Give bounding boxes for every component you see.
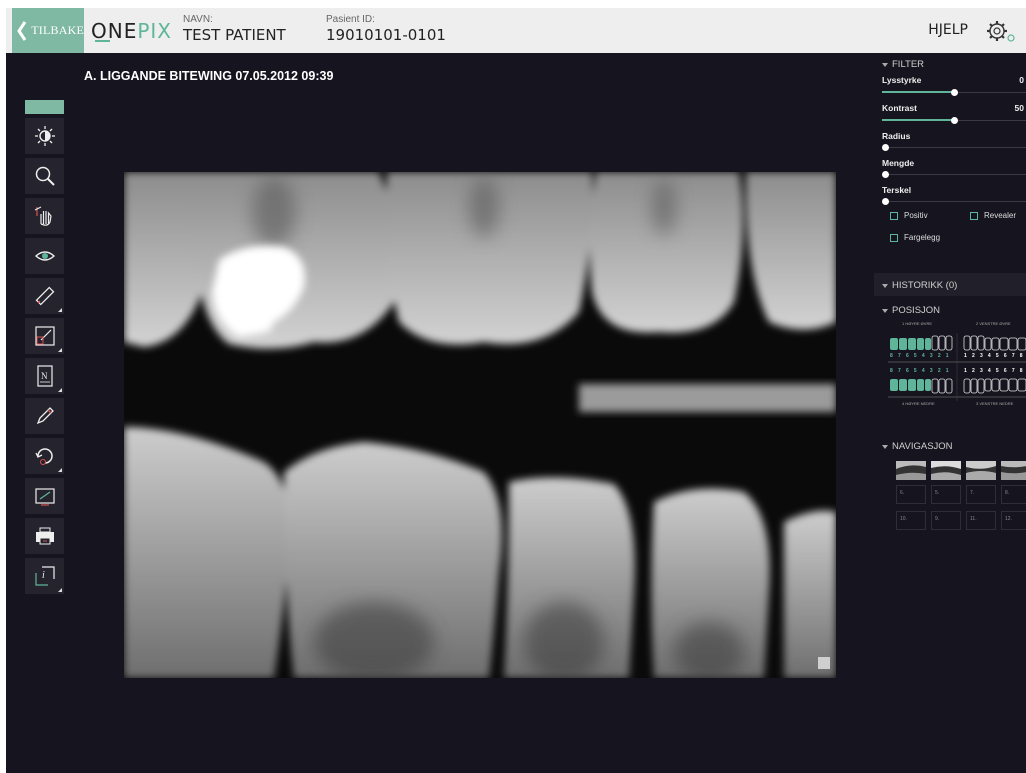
nav-slot[interactable]: 11. xyxy=(966,511,996,530)
annotation-icon: N xyxy=(36,365,53,387)
navigation-section-header[interactable]: NAVIGASJON xyxy=(882,441,953,452)
upper-right-tooth-numbers: 8 7 6 5 4 3 2 1 xyxy=(890,353,951,359)
patient-id-value: 19010101-0101 xyxy=(326,26,446,44)
upper-left-tooth-numbers: 1 2 3 4 5 6 7 8 xyxy=(964,353,1025,359)
lower-left-quadrant-label: 3 VENSTRE NEDRE xyxy=(976,401,1014,406)
patient-name-caption: NAVN: xyxy=(183,14,213,25)
tooth-position-chart[interactable]: 1 HØYRE ØVRE 2 VENSTRE ØVRE 8 7 6 5 4 3 … xyxy=(888,319,1026,411)
nav-thumbnail[interactable] xyxy=(1001,461,1026,480)
positive-checkbox[interactable]: Positiv xyxy=(890,211,928,220)
zoom-icon xyxy=(35,166,55,186)
filter-section-header[interactable]: FILTER xyxy=(882,59,924,70)
lower-right-tooth-numbers: 8 7 6 5 4 3 2 1 xyxy=(890,368,951,374)
nav-slot[interactable]: 10. xyxy=(896,511,926,530)
nav-slot[interactable]: 7. xyxy=(966,485,996,504)
nav-slot[interactable]: 5. xyxy=(931,485,961,504)
amount-slider[interactable] xyxy=(882,171,1026,179)
nav-thumbnail[interactable] xyxy=(896,461,926,480)
collapse-arrow-icon xyxy=(882,62,888,67)
zoom-tool-button[interactable] xyxy=(25,158,64,194)
contrast-label: Kontrast xyxy=(882,103,917,113)
lower-right-quadrant-label: 4 HØYRE NEDRE xyxy=(902,401,935,406)
info-icon: i xyxy=(34,566,55,586)
annotation-tool-button[interactable]: N xyxy=(25,358,64,394)
nav-slot[interactable]: 9. xyxy=(931,511,961,530)
print-icon xyxy=(35,527,54,545)
threshold-label: Terskel xyxy=(882,185,912,195)
collapse-arrow-icon xyxy=(882,444,888,449)
patient-name-value: TEST PATIENT xyxy=(183,26,286,44)
lower-left-tooth-numbers: 1 2 3 4 5 6 7 8 xyxy=(964,368,1025,374)
measure-tool-button[interactable] xyxy=(25,278,64,314)
back-button-label: TILBAKE xyxy=(31,23,84,37)
export-tool-button[interactable] xyxy=(25,478,64,514)
nav-slot[interactable]: 12. xyxy=(1001,511,1026,530)
visibility-tool-button[interactable] xyxy=(25,238,64,274)
collapse-arrow-icon xyxy=(882,283,888,288)
position-section-header[interactable]: POSISJON xyxy=(882,305,940,316)
chevron-left-icon xyxy=(12,8,31,53)
brightness-label: Lysstyrke xyxy=(882,75,922,85)
visibility-icon xyxy=(34,251,55,261)
history-section-header[interactable]: HISTORIKK (0) xyxy=(882,280,957,291)
collapse-arrow-icon xyxy=(882,308,888,313)
calibrate-icon xyxy=(34,326,55,346)
help-button[interactable]: HJELP xyxy=(928,22,968,38)
nav-thumbnail[interactable] xyxy=(931,461,961,480)
right-panel: FILTER Lysstyrke 0 Kontrast 50 Radius Me… xyxy=(874,53,1026,773)
rotate-tool-button[interactable] xyxy=(25,438,64,474)
nav-slot[interactable]: 8. xyxy=(1001,485,1026,504)
image-title: A. LIGGANDE BITEWING 07.05.2012 09:39 xyxy=(84,69,334,83)
brightness-icon xyxy=(34,126,55,146)
back-button[interactable]: TILBAKE xyxy=(12,8,84,53)
export-icon xyxy=(34,488,55,506)
pan-tool-button[interactable] xyxy=(25,198,64,234)
brightness-value: 0 xyxy=(1019,75,1024,85)
colorize-checkbox[interactable]: Fargelegg xyxy=(890,233,940,242)
contrast-slider[interactable] xyxy=(882,117,1026,125)
nav-slot[interactable]: 6. xyxy=(896,485,926,504)
print-tool-button[interactable] xyxy=(25,518,64,554)
tool-toolbar: N i xyxy=(25,100,64,598)
radius-label: Radius xyxy=(882,131,911,141)
brightness-slider[interactable] xyxy=(882,89,1026,97)
settings-gear-icon[interactable] xyxy=(984,18,1018,44)
reveal-checkbox[interactable]: Revealer xyxy=(970,211,1016,220)
toolbar-header xyxy=(25,100,64,114)
svg-text:N: N xyxy=(41,371,48,381)
app-window: TILBAKE ONEPIX NAVN: TEST PATIENT Pasien… xyxy=(6,8,1026,773)
rotate-icon xyxy=(34,448,53,465)
onepix-logo: ONEPIX xyxy=(91,19,173,43)
xray-image[interactable] xyxy=(124,172,836,678)
patient-id: Pasient ID: 19010101-0101 xyxy=(326,14,446,44)
nav-thumbnail[interactable] xyxy=(966,461,996,480)
patient-id-caption: Pasient ID: xyxy=(326,14,375,25)
radius-slider[interactable] xyxy=(882,144,1026,152)
brightness-tool-button[interactable] xyxy=(25,118,64,154)
draw-tool-button[interactable] xyxy=(25,398,64,434)
calibrate-tool-button[interactable] xyxy=(25,318,64,354)
contrast-value: 50 xyxy=(1014,103,1024,113)
threshold-slider[interactable] xyxy=(882,198,1026,206)
image-resize-handle[interactable] xyxy=(818,657,830,669)
header-bar: TILBAKE ONEPIX NAVN: TEST PATIENT Pasien… xyxy=(6,8,1026,53)
patient-name: NAVN: TEST PATIENT xyxy=(183,14,286,44)
amount-label: Mengde xyxy=(882,158,915,168)
pan-icon xyxy=(34,206,52,226)
info-tool-button[interactable]: i xyxy=(25,558,64,594)
pencil-icon xyxy=(36,407,54,425)
svg-text:i: i xyxy=(42,570,45,581)
measure-icon xyxy=(35,286,54,306)
